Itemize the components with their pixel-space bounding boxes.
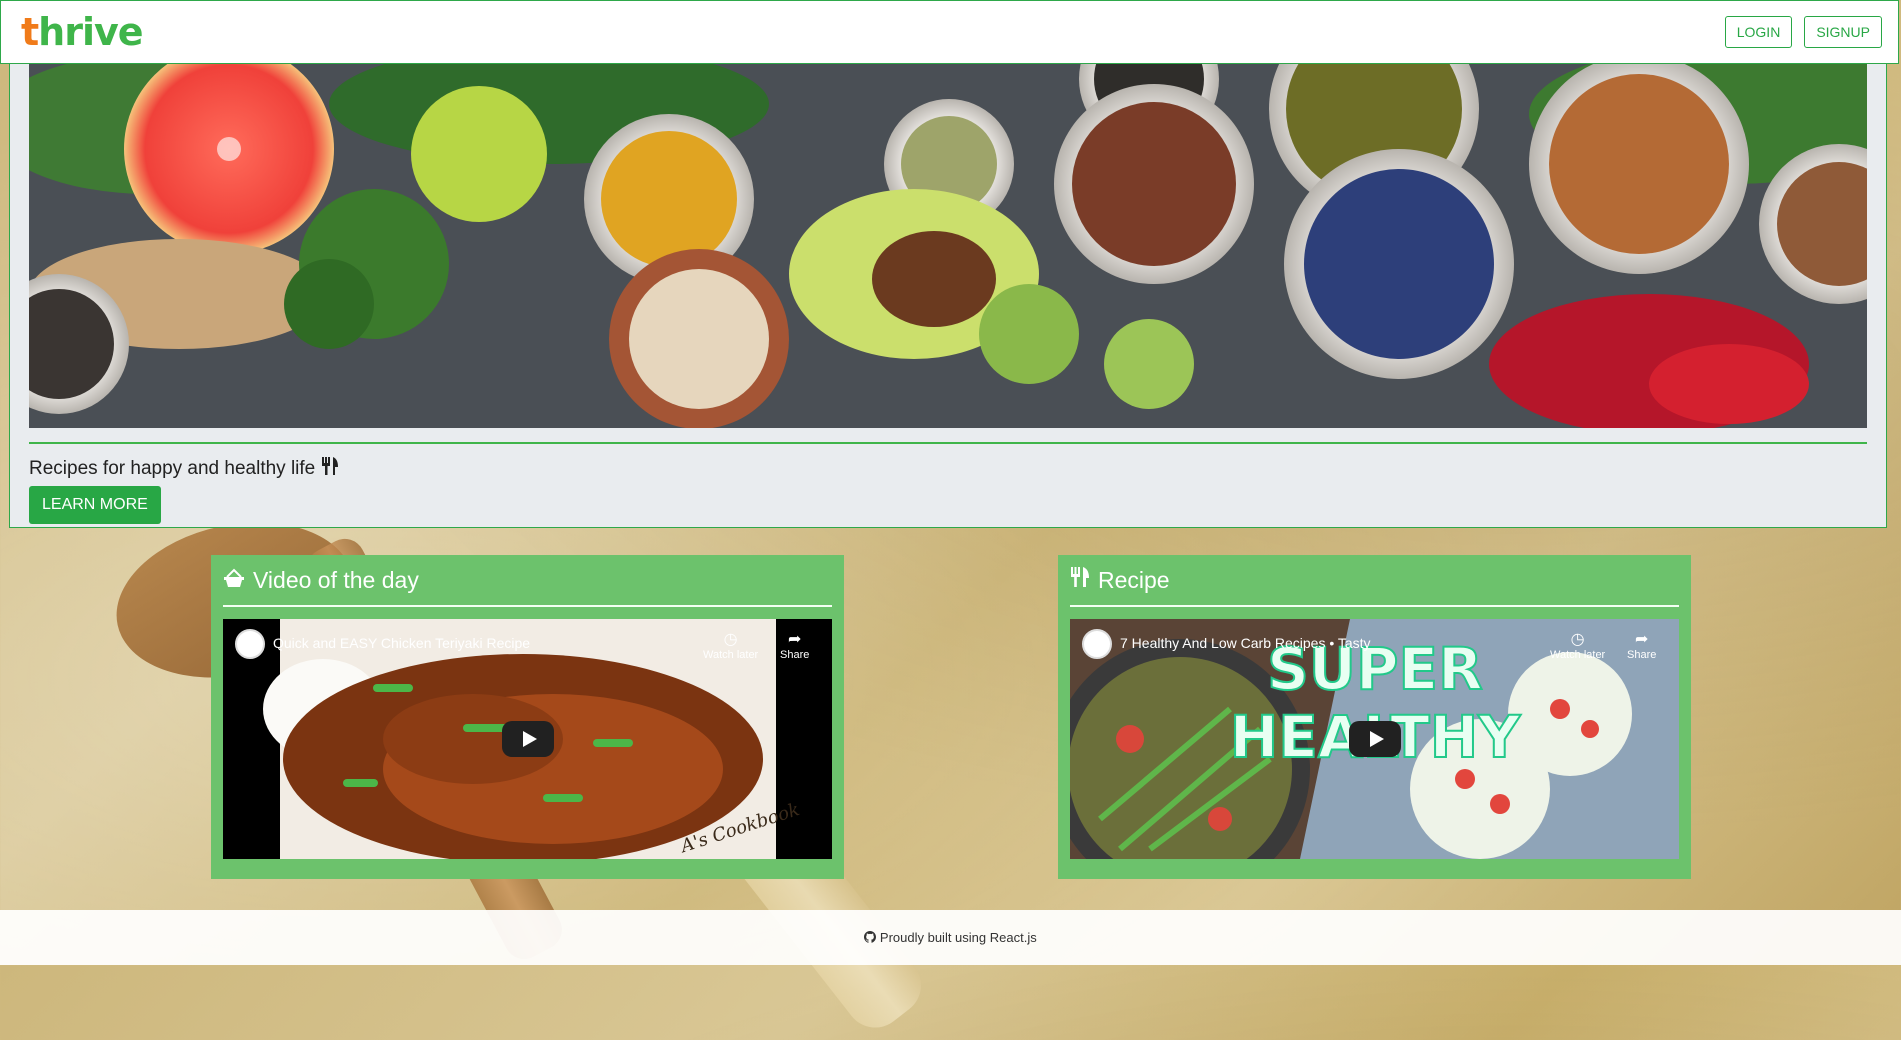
- card-divider: [1070, 605, 1679, 607]
- hero-image: [29, 64, 1867, 428]
- youtube-embed[interactable]: SUPER HEALTHY 7 Healthy And Low Carb Rec…: [1070, 619, 1679, 859]
- thrive-logo[interactable]: t hrive: [21, 10, 144, 54]
- footer-text: Proudly built using React.js: [879, 930, 1037, 945]
- hero-jumbotron: Recipes for happy and healthy life LEARN…: [9, 64, 1887, 528]
- watch-later-label: Watch later: [703, 649, 759, 661]
- utensils-icon: [1070, 566, 1090, 594]
- card-header: Video of the day: [223, 565, 832, 595]
- play-button[interactable]: [1348, 721, 1401, 757]
- video-title[interactable]: Quick and EASY Chicken Teriyaki Recipe: [273, 635, 530, 651]
- channel-avatar[interactable]: [235, 629, 265, 659]
- video-title[interactable]: 7 Healthy And Low Carb Recipes • Tasty: [1120, 635, 1371, 651]
- share-icon: ➦: [787, 631, 802, 648]
- share-button[interactable]: ➦ Share: [780, 629, 809, 661]
- login-button[interactable]: LOGIN: [1724, 16, 1793, 48]
- share-button[interactable]: ➦ Share: [1627, 629, 1656, 661]
- logo-text: hrive: [38, 10, 143, 54]
- card-title: Recipe: [1098, 566, 1170, 593]
- play-button[interactable]: [501, 721, 554, 757]
- card-title: Video of the day: [253, 566, 419, 593]
- channel-avatar[interactable]: [1082, 629, 1112, 659]
- watch-later-label: Watch later: [1550, 649, 1606, 661]
- signup-button[interactable]: SIGNUP: [1804, 16, 1882, 48]
- watch-later-button[interactable]: ◷ Watch later: [703, 629, 758, 661]
- watch-later-button[interactable]: ◷ Watch later: [1550, 629, 1605, 661]
- hero-tagline: Recipes for happy and healthy life: [29, 456, 339, 482]
- youtube-embed[interactable]: A's Cookbook Quick and EASY Chicken Teri…: [223, 619, 832, 859]
- card-header: Recipe: [1070, 565, 1679, 595]
- shopping-basket-icon: [223, 567, 245, 594]
- tagline-text: Recipes for happy and healthy life: [29, 458, 316, 479]
- clock-icon: ◷: [1570, 631, 1585, 648]
- share-label: Share: [1627, 649, 1657, 661]
- github-icon[interactable]: [864, 930, 880, 945]
- share-icon: ➦: [1634, 631, 1649, 648]
- card-divider: [223, 605, 832, 607]
- learn-more-button[interactable]: LEARN MORE: [29, 486, 161, 524]
- auth-buttons: LOGIN SIGNUP: [1724, 16, 1882, 48]
- clock-icon: ◷: [723, 631, 738, 648]
- recipe-card: Recipe SUPER HEALTHY 7 Healthy And Low C: [1058, 555, 1691, 879]
- share-label: Share: [780, 649, 810, 661]
- navbar: t hrive LOGIN SIGNUP: [0, 0, 1899, 64]
- utensils-icon: [321, 456, 339, 482]
- footer: Proudly built using React.js: [0, 910, 1901, 965]
- video-of-the-day-card: Video of the day A's Cookbook Quick and …: [211, 555, 844, 879]
- logo-letter: t: [21, 10, 39, 54]
- hero-divider: [29, 442, 1867, 444]
